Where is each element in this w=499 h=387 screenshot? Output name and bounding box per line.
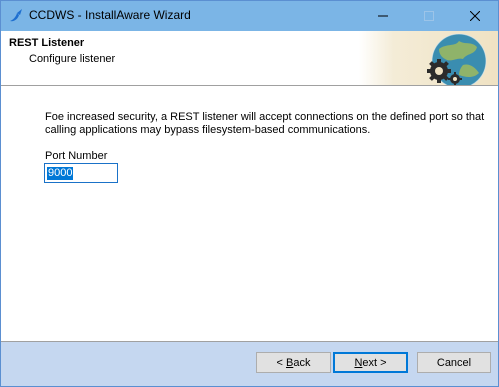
port-number-label: Port Number — [45, 150, 108, 162]
page-subtitle: Configure listener — [29, 53, 116, 65]
next-button-mnemonic: N — [354, 356, 363, 369]
port-number-input[interactable]: 9000 — [44, 163, 118, 183]
back-button-mnemonic: B — [286, 356, 294, 369]
globe-gears-icon — [427, 33, 487, 85]
minimize-icon — [378, 15, 388, 17]
wizard-body: Foe increased security, a REST listener … — [1, 86, 498, 341]
installaware-swoosh-icon — [10, 9, 22, 22]
close-icon — [470, 11, 480, 21]
back-button-prefix: < — [276, 356, 286, 369]
back-button-rest: ack — [293, 356, 311, 369]
page-title: REST Listener — [9, 37, 85, 49]
description-text: Foe increased security, a REST listener … — [45, 111, 485, 136]
wizard-header: REST Listener Configure listener — [1, 31, 498, 86]
cancel-button-label: Cancel — [436, 356, 472, 369]
minimize-button[interactable] — [360, 1, 406, 31]
installer-window: CCDWS - InstallAware Wizard REST Listene… — [0, 0, 499, 387]
back-button[interactable]: < Back — [256, 352, 331, 373]
port-number-value: 9000 — [47, 167, 74, 180]
window-title: CCDWS - InstallAware Wizard — [29, 8, 191, 22]
cancel-button[interactable]: Cancel — [417, 352, 491, 373]
wizard-footer: < Back Next > Cancel — [1, 342, 498, 386]
header-graphic — [359, 31, 498, 85]
next-button[interactable]: Next > — [333, 352, 408, 373]
next-button-rest: ext > — [362, 356, 387, 369]
close-button[interactable] — [452, 1, 498, 31]
maximize-button[interactable] — [406, 1, 452, 31]
title-bar[interactable]: CCDWS - InstallAware Wizard — [1, 1, 498, 31]
maximize-icon — [424, 11, 434, 21]
